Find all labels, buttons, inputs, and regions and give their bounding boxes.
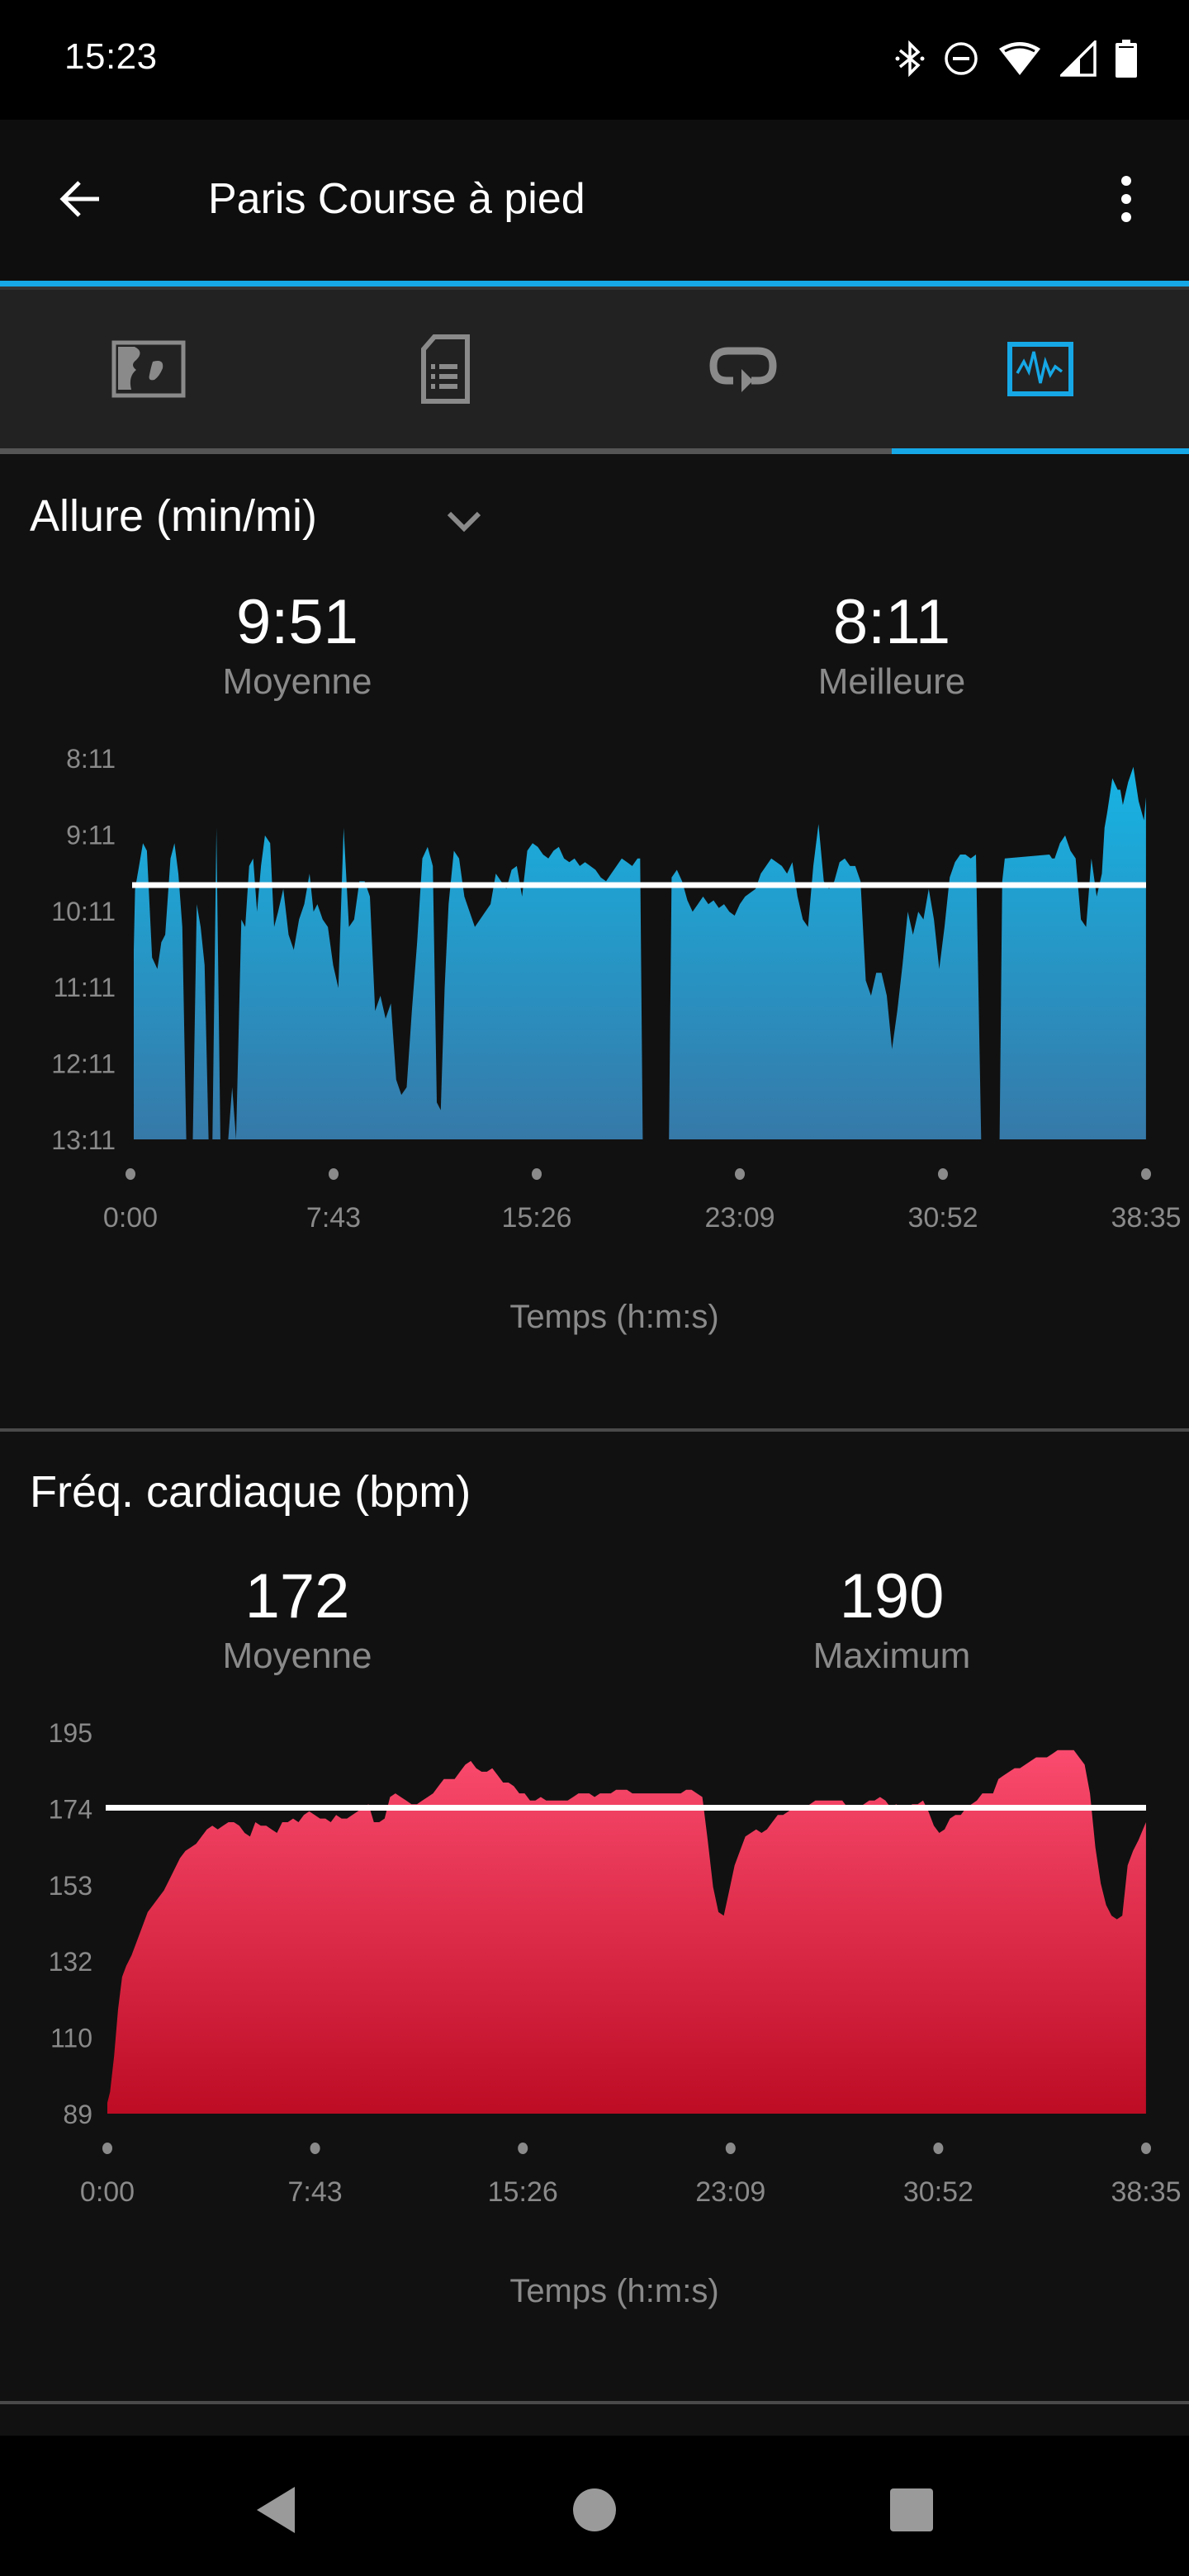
chevron-down-icon bbox=[447, 511, 481, 533]
x-tick-label: 7:43 bbox=[306, 1202, 361, 1234]
section-divider bbox=[0, 1428, 1189, 1432]
x-tick-label: 38:35 bbox=[1111, 2176, 1181, 2208]
x-tick-mark bbox=[126, 1168, 135, 1180]
system-nav-bar bbox=[0, 2436, 1189, 2576]
hr-max-value: 190 bbox=[839, 1561, 945, 1631]
tab-map[interactable] bbox=[0, 290, 297, 448]
y-tick-label: 9:11 bbox=[66, 820, 116, 850]
document-list-icon bbox=[421, 334, 470, 404]
nav-recents-icon bbox=[890, 2488, 933, 2531]
x-tick-label: 15:26 bbox=[488, 2176, 558, 2208]
heart-rate-chart: 195 174 153 132 110 89 0:00 7:43 15:26 23:09 30:5… bbox=[49, 1718, 1182, 2309]
y-tick-label: 10:11 bbox=[51, 897, 116, 926]
tab-details[interactable] bbox=[297, 290, 594, 448]
status-time: 15:23 bbox=[64, 36, 158, 77]
pace-average-label: Moyenne bbox=[222, 661, 372, 702]
nav-back-icon bbox=[257, 2487, 295, 2533]
hr-max-stat: 190 Maximum bbox=[727, 1560, 1057, 1677]
metric-dropdown[interactable] bbox=[438, 495, 490, 548]
wifi-icon bbox=[997, 40, 1042, 77]
pace-best-value: 8:11 bbox=[832, 587, 951, 657]
y-tick-label: 110 bbox=[50, 2024, 92, 2053]
status-bar: 15:23 bbox=[0, 0, 1189, 120]
x-tick-label: 23:09 bbox=[695, 2176, 765, 2208]
x-tick-label: 15:26 bbox=[501, 1202, 571, 1234]
y-tick-label: 174 bbox=[49, 1794, 92, 1824]
x-tick-mark bbox=[933, 2143, 944, 2154]
battery-icon bbox=[1115, 40, 1138, 78]
nav-recents-button[interactable] bbox=[870, 2469, 953, 2551]
pace-chart: 8:11 9:11 10:11 11:11 12:11 13:11 0:00 7:43 15:… bbox=[51, 744, 1181, 1335]
hr-average-stat: 172 Moyenne bbox=[132, 1560, 462, 1677]
cell-signal-icon bbox=[1060, 40, 1097, 77]
header-accent-line bbox=[0, 281, 1189, 286]
hr-average-label: Moyenne bbox=[222, 1636, 372, 1676]
y-tick-label: 89 bbox=[63, 2100, 92, 2129]
nav-home-icon bbox=[573, 2488, 616, 2531]
tab-bar bbox=[0, 286, 1189, 454]
tab-active-indicator bbox=[892, 448, 1189, 454]
pace-x-axis-label: Temps (h:m:s) bbox=[509, 1299, 718, 1335]
more-vert-icon bbox=[1121, 176, 1131, 222]
pace-average-value: 9:51 bbox=[236, 587, 358, 657]
x-tick-label: 30:52 bbox=[907, 1202, 978, 1234]
nav-home-button[interactable] bbox=[553, 2469, 636, 2551]
x-tick-mark bbox=[1141, 2143, 1151, 2154]
heart-rate-title: Fréq. cardiaque (bpm) bbox=[30, 1467, 471, 1517]
pace-title: Allure (min/mi) bbox=[30, 491, 318, 541]
pace-best-label: Meilleure bbox=[817, 661, 966, 702]
y-tick-label: 13:11 bbox=[51, 1125, 116, 1155]
tab-laps[interactable] bbox=[594, 290, 892, 448]
x-tick-mark bbox=[532, 1168, 542, 1180]
pace-best-stat: 8:11 Meilleure bbox=[727, 586, 1057, 703]
y-tick-label: 195 bbox=[49, 1718, 92, 1748]
y-tick-label: 12:11 bbox=[51, 1049, 116, 1079]
arrow-left-icon bbox=[59, 181, 99, 217]
x-tick-mark bbox=[310, 2143, 320, 2154]
x-tick-label: 0:00 bbox=[80, 2176, 135, 2208]
activity-chart-icon bbox=[1007, 342, 1073, 396]
x-tick-mark bbox=[735, 1168, 745, 1180]
app-bar: Paris Course à pied bbox=[0, 120, 1189, 281]
x-tick-label: 30:52 bbox=[903, 2176, 973, 2208]
x-tick-mark bbox=[938, 1168, 948, 1180]
hr-x-axis-label: Temps (h:m:s) bbox=[509, 2273, 718, 2309]
x-tick-label: 0:00 bbox=[103, 1202, 158, 1234]
x-tick-label: 38:35 bbox=[1111, 1202, 1181, 1234]
x-tick-mark bbox=[1141, 1168, 1151, 1180]
status-icons bbox=[895, 38, 1138, 79]
x-tick-mark bbox=[518, 2143, 528, 2154]
x-tick-mark bbox=[102, 2143, 112, 2154]
x-tick-mark bbox=[329, 1168, 339, 1180]
y-tick-label: 11:11 bbox=[54, 973, 116, 1002]
nav-back-button[interactable] bbox=[235, 2469, 318, 2551]
hr-average-value: 172 bbox=[244, 1561, 350, 1631]
x-tick-label: 23:09 bbox=[704, 1202, 775, 1234]
back-button[interactable] bbox=[51, 169, 111, 229]
tab-charts[interactable] bbox=[892, 290, 1189, 448]
pace-area-series bbox=[134, 766, 1146, 1139]
do-not-disturb-icon bbox=[943, 40, 979, 77]
heart-rate-area-series bbox=[107, 1750, 1146, 2114]
y-tick-label: 8:11 bbox=[66, 744, 116, 774]
x-tick-label: 7:43 bbox=[288, 2176, 343, 2208]
section-divider bbox=[0, 2401, 1189, 2404]
page-title: Paris Course à pied bbox=[208, 175, 585, 223]
hr-max-label: Maximum bbox=[812, 1636, 971, 1676]
pace-average-stat: 9:51 Moyenne bbox=[132, 586, 462, 703]
y-tick-label: 153 bbox=[49, 1871, 92, 1901]
y-tick-label: 132 bbox=[49, 1947, 92, 1977]
laps-loop-icon bbox=[709, 347, 777, 392]
more-options-button[interactable] bbox=[1097, 169, 1156, 229]
map-icon bbox=[111, 340, 186, 398]
bluetooth-icon bbox=[895, 40, 925, 77]
x-tick-mark bbox=[725, 2143, 736, 2154]
